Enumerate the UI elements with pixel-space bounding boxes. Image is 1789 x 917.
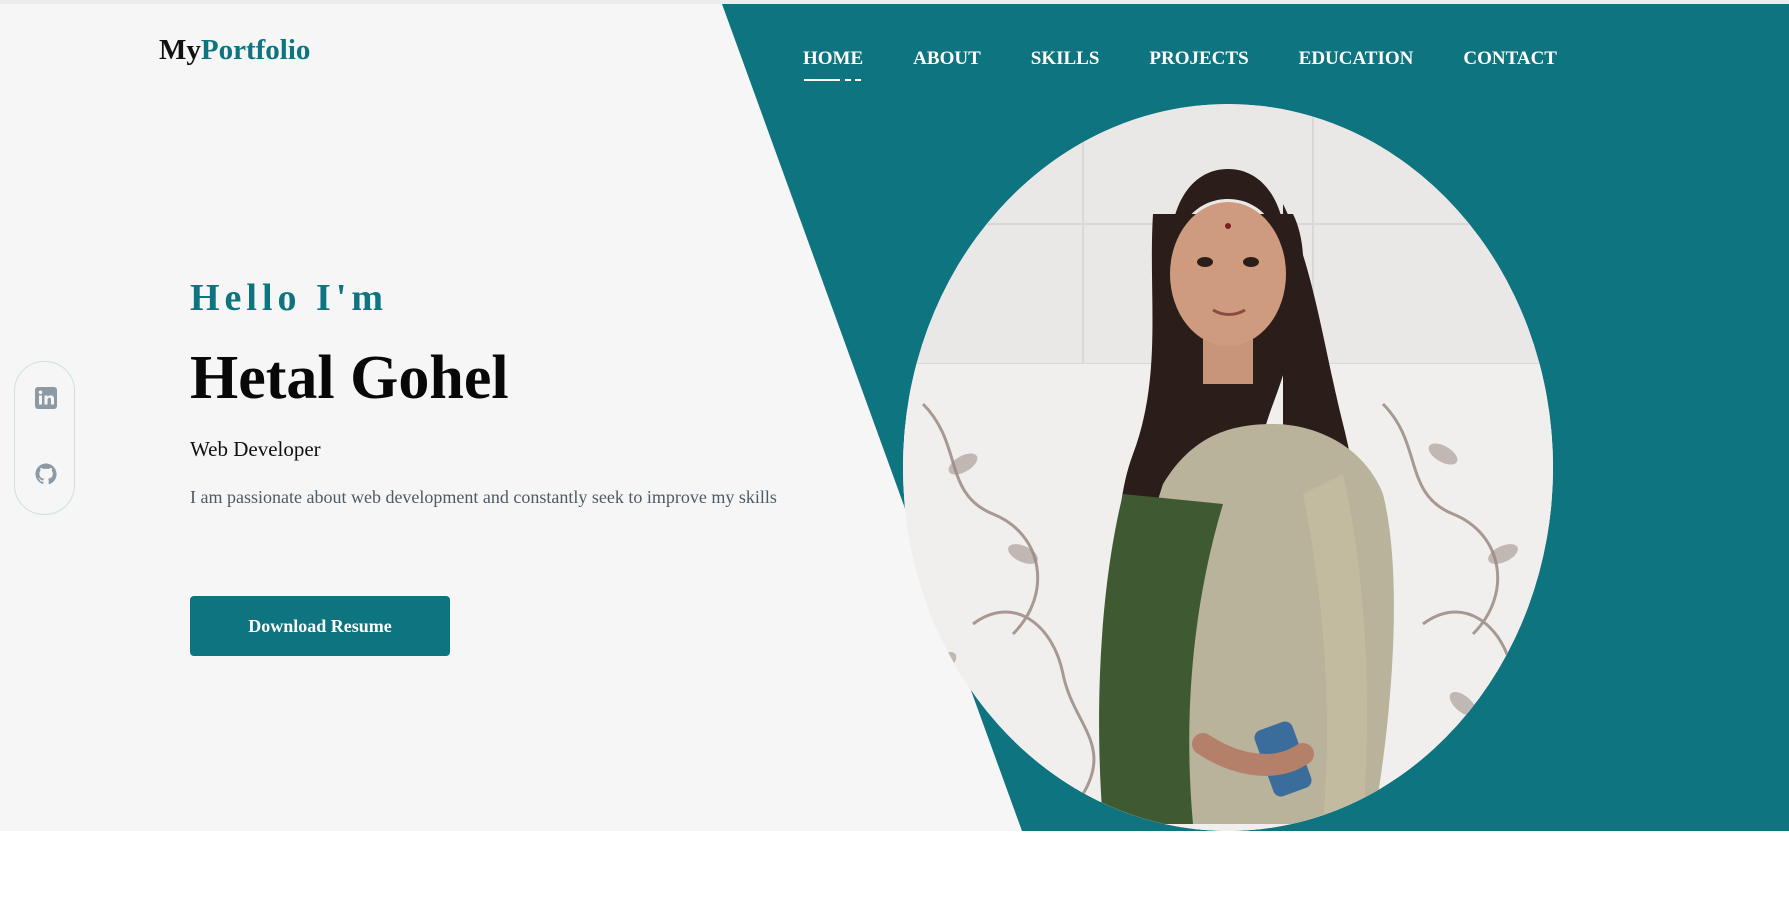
- nav-home[interactable]: HOME: [803, 48, 863, 81]
- nav-contact[interactable]: CONTACT: [1463, 48, 1557, 70]
- nav-education[interactable]: EDUCATION: [1299, 48, 1414, 70]
- hero-name: Hetal Gohel: [190, 344, 509, 412]
- site-logo[interactable]: MyPortfolio: [159, 34, 310, 67]
- nav-about[interactable]: ABOUT: [913, 48, 981, 70]
- nav-skills[interactable]: SKILLS: [1031, 48, 1100, 70]
- github-icon[interactable]: [34, 462, 58, 486]
- social-links: [14, 361, 75, 515]
- profile-photo-illustration: [903, 104, 1553, 831]
- logo-accent: Portfolio: [200, 34, 311, 66]
- profile-photo: [903, 104, 1553, 831]
- logo-prefix: My: [159, 34, 201, 66]
- main-nav: HOME ABOUT SKILLS PROJECTS EDUCATION CON…: [803, 48, 1607, 81]
- linkedin-icon[interactable]: [34, 386, 58, 410]
- hero-section: MyPortfolio HOME ABOUT SKILLS PROJECTS E…: [0, 0, 1789, 831]
- greeting-text: Hello I'm: [190, 277, 389, 319]
- nav-projects[interactable]: PROJECTS: [1149, 48, 1248, 70]
- hero-description: I am passionate about web development an…: [190, 487, 777, 507]
- download-resume-button[interactable]: Download Resume: [190, 596, 450, 656]
- hero-role: Web Developer: [190, 437, 321, 461]
